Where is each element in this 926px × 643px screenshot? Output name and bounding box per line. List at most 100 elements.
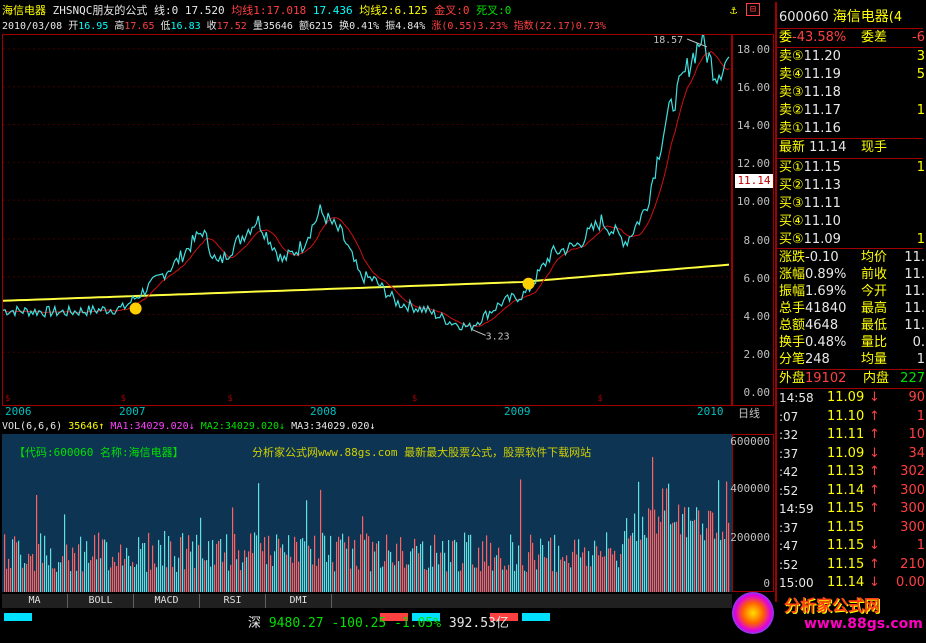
stat-value2: 11. [904, 267, 925, 282]
volume-bar [692, 520, 694, 592]
volume-bar [222, 561, 224, 592]
volume-bar [292, 562, 294, 592]
chg-value: (0.55) [441, 21, 478, 32]
tick-time: :52 [779, 483, 799, 498]
stat-value: 248 [805, 352, 830, 367]
volume-bar [440, 552, 442, 592]
volume-bar [382, 566, 384, 592]
volume-bar [458, 571, 460, 592]
tick-volume: 10 [908, 427, 925, 442]
volume-bar [590, 566, 592, 592]
volume-bar [432, 566, 434, 592]
volume-bar [54, 568, 56, 592]
volume-bar [120, 544, 122, 592]
volume-bar [352, 548, 354, 592]
volume-bar [230, 564, 232, 592]
volume-bar [564, 561, 566, 592]
buy-row: 买②11.13 [779, 177, 925, 195]
ma2-value: 6.125 [394, 4, 428, 17]
volume-bar [318, 558, 320, 592]
volume-bar [90, 560, 92, 592]
buy-price: 11.09 [803, 232, 841, 247]
volume-bar [610, 548, 612, 592]
volume-bar [266, 564, 268, 592]
y-tick: 2.00 [743, 348, 771, 361]
volume-bar [224, 552, 226, 592]
volume-bar [12, 539, 14, 592]
period-label[interactable]: 日线 [738, 405, 760, 421]
volume-bar [288, 535, 290, 592]
volume-bar [126, 547, 128, 592]
current-price-tag: 11.14 [735, 174, 773, 188]
tab-dmi[interactable]: DMI [266, 594, 332, 608]
volume-bar [630, 535, 632, 592]
svg-text:$: $ [412, 394, 417, 404]
line2-value: 17.520 [184, 4, 225, 17]
volume-bar [290, 556, 292, 592]
stat-value: 0.48% [805, 335, 847, 350]
volume-bar [184, 569, 186, 592]
volume-bar [462, 563, 464, 592]
volume-bar [4, 534, 6, 592]
code-banner: 【代码:600060 名称:海信电器】 [14, 446, 184, 459]
volume-bar [22, 567, 24, 592]
volume-bar [278, 538, 280, 592]
volume-bar [420, 543, 422, 592]
tick-direction: ↑ [869, 501, 880, 516]
tab-boll[interactable]: BOLL [68, 594, 134, 608]
tick-volume: 300 [900, 519, 925, 535]
latest-row: 最新 11.14 现手 [779, 139, 925, 157]
tab-ma[interactable]: MA [2, 594, 68, 608]
golden-cross-icon[interactable] [129, 302, 142, 315]
ohlc-header: 2010/03/08 开16.95 高17.65 低16.83 收17.52 量… [2, 19, 730, 34]
buy-row: 买①11.15 1 [779, 159, 925, 177]
y-tick: 0.00 [743, 386, 771, 399]
volume-bar [484, 561, 486, 592]
volume-bar [492, 570, 494, 592]
volume-bar [406, 564, 408, 592]
site-logo: 分析家公式网 www.88gs.com [728, 584, 926, 642]
volume-bar [200, 517, 202, 592]
volume-bar [322, 532, 324, 592]
volume-bar [276, 534, 278, 592]
volume-bar [624, 531, 626, 592]
volume-bar [396, 543, 398, 592]
tick-row: :52 11.14 ↑ 300 [779, 482, 925, 500]
volume-bar [364, 539, 366, 592]
latest-value: 11.14 [809, 140, 847, 155]
volume-bar [706, 528, 708, 592]
volume-bar [254, 532, 256, 592]
volume-bar [10, 567, 12, 592]
volume-bar [258, 483, 260, 592]
tick-row: :52 11.15 ↑ 210 [779, 556, 925, 574]
index-amount: 392.53亿 [448, 616, 509, 631]
golden-value: 0 [462, 4, 470, 17]
price-chart[interactable]: $ $ $ $ $ 3.23 18.57 [2, 34, 732, 406]
volume-bar [632, 532, 634, 592]
index-value: 9480.27 [268, 616, 324, 631]
volume-bar [434, 534, 436, 592]
volume-bar [512, 542, 514, 592]
volume-bar [34, 570, 36, 592]
golden-cross-icon[interactable] [522, 277, 535, 290]
peak-label: 18.57 [653, 35, 683, 46]
volume-bar [242, 562, 244, 592]
tab-macd[interactable]: MACD [134, 594, 200, 608]
stat-row: 涨跌-0.10 均价 11. [779, 249, 925, 267]
volume-bar [268, 535, 270, 592]
volume-bar [284, 552, 286, 592]
volume-bar [464, 532, 466, 592]
volume-bar [654, 509, 656, 592]
volume-bar [708, 510, 710, 592]
anchor-icon[interactable]: ⚓ [730, 3, 737, 17]
volume-bar [594, 540, 596, 592]
volume-bar [306, 500, 308, 592]
volume-bar [192, 541, 194, 592]
volume-bar [696, 507, 698, 592]
tab-rsi[interactable]: RSI [200, 594, 266, 608]
restore-icon[interactable]: ⊟ [746, 3, 760, 16]
status-indicator-right2 [522, 613, 550, 621]
index-pct: -1.05% [394, 616, 442, 631]
vol-tick: 400000 [730, 482, 770, 495]
market-index[interactable]: 深 9480.27 -100.25 -1.05% 392.53亿 [248, 612, 509, 631]
